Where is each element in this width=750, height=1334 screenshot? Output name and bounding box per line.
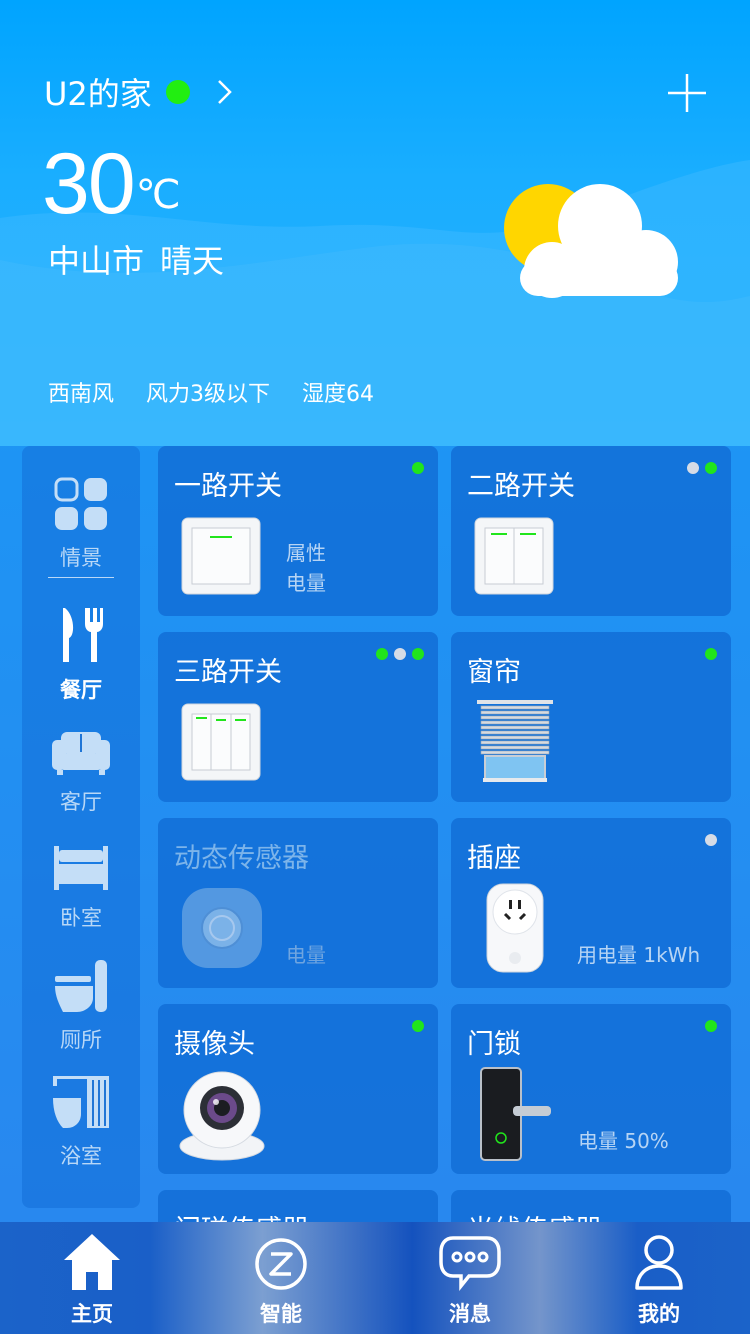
status-dot-off — [687, 462, 699, 474]
device-info-battery: 电量 — [286, 943, 326, 967]
sidebar-item-bathroom[interactable]: 浴室 — [22, 1074, 140, 1170]
smart-icon — [255, 1238, 307, 1290]
curtain-icon — [477, 700, 553, 782]
device-info-power-usage: 用电量 1kWh — [577, 943, 701, 967]
sofa-icon — [52, 732, 110, 775]
sidebar-item-scene[interactable]: 情景 — [22, 476, 140, 572]
nav-item-messages[interactable]: 消息 — [420, 1232, 520, 1328]
sidebar-item-label: 卧室 — [60, 906, 102, 930]
nav-label: 消息 — [449, 1302, 491, 1326]
device-card-switch-2[interactable]: 二路开关 — [451, 446, 731, 616]
room-sidebar: 情景 餐厅 客厅 卧室 厕所 浴室 — [22, 446, 140, 1208]
status-indicators — [705, 1020, 717, 1032]
status-indicators — [412, 462, 424, 474]
device-title: 动态传感器 — [174, 843, 309, 874]
smart-lock-icon — [480, 1067, 551, 1161]
device-card-switch-3[interactable]: 三路开关 — [158, 632, 438, 802]
wind-direction: 西南风 — [48, 382, 115, 407]
device-card-motion-sensor[interactable]: 动态传感器 电量 — [158, 818, 438, 988]
home-name[interactable]: U2的家 — [44, 69, 152, 115]
home-online-indicator — [165, 80, 190, 104]
sidebar-item-label: 浴室 — [60, 1144, 102, 1168]
nav-item-profile[interactable]: 我的 — [609, 1232, 709, 1328]
status-indicators — [687, 462, 717, 474]
device-title: 插座 — [467, 843, 521, 874]
status-indicators — [705, 834, 717, 846]
weather-header: U2的家 30 ℃ 中山市 晴天 西南风 风力3级以下 湿度64 — [0, 0, 750, 446]
sidebar-divider — [48, 577, 114, 578]
temperature-value: 30 — [42, 136, 136, 232]
device-title: 三路开关 — [174, 657, 282, 688]
humidity: 湿度64 — [302, 382, 375, 407]
status-indicators — [705, 648, 717, 660]
status-indicators — [376, 648, 424, 660]
device-title: 摄像头 — [174, 1029, 255, 1060]
device-info-battery: 电量 50% — [578, 1129, 669, 1153]
nav-label: 主页 — [71, 1302, 113, 1326]
status-dot-online — [376, 648, 388, 660]
camera-icon — [179, 1071, 265, 1161]
status-dot-online — [705, 648, 717, 660]
status-dot-off — [705, 834, 717, 846]
chevron-right-icon[interactable] — [214, 77, 236, 107]
toilet-icon — [55, 960, 107, 1012]
device-info-attribute: 属性 — [286, 541, 326, 565]
sidebar-item-dining[interactable]: 餐厅 — [22, 606, 140, 704]
device-title: 一路开关 — [174, 471, 282, 502]
city-name: 中山市 — [48, 242, 145, 280]
bottom-navigation: 主页 智能 消息 我的 — [0, 1222, 750, 1334]
message-icon — [439, 1236, 501, 1291]
nav-item-smart[interactable]: 智能 — [231, 1232, 331, 1328]
one-gang-switch-icon — [181, 517, 261, 595]
temperature-display: 30 ℃ — [42, 134, 181, 234]
device-card-door-lock[interactable]: 门锁 电量 50% — [451, 1004, 731, 1174]
device-card-switch-1[interactable]: 一路开关 属性 电量 — [158, 446, 438, 616]
user-icon — [635, 1235, 683, 1290]
nav-item-home[interactable]: 主页 — [42, 1232, 142, 1328]
temperature-unit: ℃ — [135, 172, 181, 218]
bed-icon — [54, 846, 108, 890]
device-info-battery: 电量 — [286, 571, 326, 595]
sidebar-item-toilet[interactable]: 厕所 — [22, 958, 140, 1054]
two-gang-switch-icon — [474, 517, 554, 595]
nav-label: 我的 — [638, 1302, 680, 1326]
device-title: 窗帘 — [467, 657, 521, 688]
smart-plug-icon — [486, 883, 544, 973]
device-title: 门锁 — [467, 1029, 521, 1060]
home-icon — [64, 1234, 120, 1290]
status-dot-online — [705, 1020, 717, 1032]
bathtub-icon — [53, 1076, 109, 1128]
sidebar-item-label: 情景 — [60, 546, 102, 570]
plus-icon[interactable] — [666, 72, 708, 114]
three-gang-switch-icon — [181, 703, 261, 781]
nav-label: 智能 — [260, 1302, 302, 1326]
motion-sensor-icon — [182, 888, 262, 968]
status-dot-online — [412, 1020, 424, 1032]
sidebar-item-label: 厕所 — [60, 1028, 102, 1052]
status-dot-online — [412, 462, 424, 474]
sidebar-item-label: 客厅 — [60, 790, 102, 814]
weather-condition: 晴天 — [160, 242, 225, 280]
weather-stats: 西南风 风力3级以下 湿度64 — [48, 376, 374, 408]
status-dot-off — [394, 648, 406, 660]
partly-sunny-icon — [504, 184, 678, 298]
sidebar-item-living-room[interactable]: 客厅 — [22, 730, 140, 816]
device-card-curtain[interactable]: 窗帘 — [451, 632, 731, 802]
sidebar-item-bedroom[interactable]: 卧室 — [22, 844, 140, 932]
device-title: 二路开关 — [467, 471, 575, 502]
sidebar-item-label: 餐厅 — [60, 678, 102, 702]
dining-icon — [63, 608, 103, 662]
status-indicators — [412, 1020, 424, 1032]
wind-level: 风力3级以下 — [146, 382, 271, 407]
status-dot-online — [412, 648, 424, 660]
status-dot-online — [705, 462, 717, 474]
scene-grid-icon — [54, 477, 107, 530]
device-card-socket[interactable]: 插座 用电量 1kWh — [451, 818, 731, 988]
device-card-camera[interactable]: 摄像头 — [158, 1004, 438, 1174]
